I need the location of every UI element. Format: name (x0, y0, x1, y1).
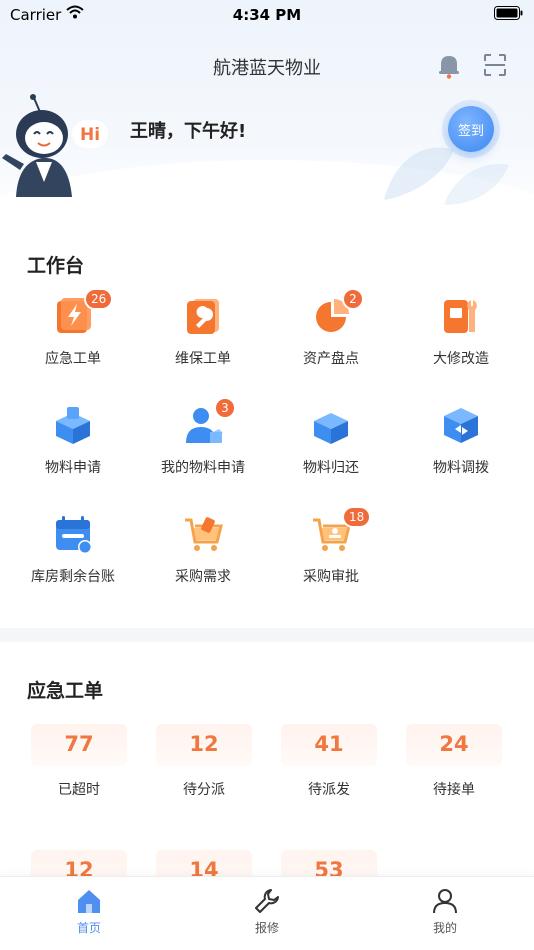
stat-label: 待派发 (308, 782, 350, 798)
bell-icon[interactable] (437, 53, 461, 79)
stat-label: 已超时 (58, 782, 100, 798)
workbench-title: 工作台 (27, 255, 85, 277)
tab-home[interactable]: 首页 (39, 887, 139, 943)
grid-label: 大修改造 (433, 351, 489, 367)
grid-label: 物料调拨 (433, 460, 489, 476)
grid-label: 我的物料申请 (161, 460, 245, 476)
section-divider (0, 628, 534, 642)
stat-card-overdue[interactable]: 77 已超时 (31, 724, 127, 804)
grid-item-overhaul[interactable]: 大修改造 (394, 296, 524, 396)
overhaul-icon (444, 300, 477, 333)
grid-label: 资产盘点 (303, 351, 359, 367)
grid-label: 物料归还 (303, 460, 359, 476)
stat-value: 12 (189, 732, 219, 756)
stat-value: 24 (439, 732, 469, 756)
material-return-icon (314, 408, 348, 444)
battery-icon (494, 6, 523, 20)
clock: 4:34 PM (232, 6, 302, 24)
grid-item-material-request[interactable]: 物料申请 (6, 405, 136, 505)
home-icon (78, 890, 100, 913)
tab-repair[interactable]: 报修 (217, 887, 317, 943)
stat-card-pending-accept[interactable]: 24 待接单 (406, 724, 502, 804)
mascot-hi-text: Hi (80, 125, 100, 145)
stat-value: 41 (314, 732, 344, 756)
grid-item-my-material-request[interactable]: 3 我的物料申请 (136, 397, 266, 505)
mascot-avatar: Hi (2, 94, 108, 197)
tab-label: 我的 (432, 921, 457, 935)
my-material-request-badge: 3 (214, 397, 236, 419)
scan-icon[interactable] (483, 53, 507, 77)
grid-item-emergency-order[interactable]: 26 应急工单 (6, 288, 136, 396)
grid-label: 维保工单 (175, 351, 231, 367)
maintenance-order-icon (187, 299, 219, 334)
material-request-icon (56, 407, 90, 444)
grid-item-material-return[interactable]: 物料归还 (264, 405, 394, 505)
grid-item-warehouse-ledger[interactable]: 库房剩余台账 (6, 514, 136, 614)
grid-label: 应急工单 (45, 351, 101, 367)
tab-label: 报修 (254, 921, 279, 935)
material-transfer-icon (444, 408, 478, 443)
stat-card-pending-assign[interactable]: 12 待分派 (156, 724, 252, 804)
emergency-section-title: 应急工单 (27, 680, 104, 702)
bottom-tab-bar: 首页 报修 我的 (0, 876, 534, 950)
stat-label: 待接单 (433, 782, 475, 798)
grid-label: 采购审批 (303, 569, 359, 585)
greeting-text: 王晴，下午好! (130, 121, 247, 142)
grid-item-asset-inventory[interactable]: 2 资产盘点 (264, 288, 394, 396)
stat-label: 待分派 (183, 782, 225, 798)
person-icon (433, 889, 457, 914)
purchase-demand-icon (185, 517, 223, 551)
grid-item-maintenance-order[interactable]: 维保工单 (136, 296, 266, 396)
signin-button[interactable]: 签到 (448, 106, 494, 152)
asset-inventory-badge: 2 (342, 288, 364, 310)
stat-card-pending-dispatch[interactable]: 41 待派发 (281, 724, 377, 804)
grid-item-purchase-demand[interactable]: 采购需求 (136, 514, 266, 614)
warehouse-ledger-icon (56, 516, 92, 554)
purchase-approval-badge: 18 (342, 506, 372, 528)
grid-item-purchase-approval[interactable]: 18 采购审批 (264, 506, 394, 614)
grid-label: 物料申请 (45, 460, 101, 476)
stat-value: 77 (64, 732, 94, 756)
wrench-icon (255, 889, 279, 913)
status-bar: Carrier 4:34 PM (0, 0, 534, 30)
emergency-order-badge: 26 (84, 288, 114, 310)
tab-mine[interactable]: 我的 (395, 887, 495, 943)
grid-item-material-transfer[interactable]: 物料调拨 (394, 405, 524, 505)
tab-label: 首页 (76, 921, 101, 935)
grid-label: 采购需求 (175, 569, 231, 585)
grid-label: 库房剩余台账 (31, 569, 115, 585)
